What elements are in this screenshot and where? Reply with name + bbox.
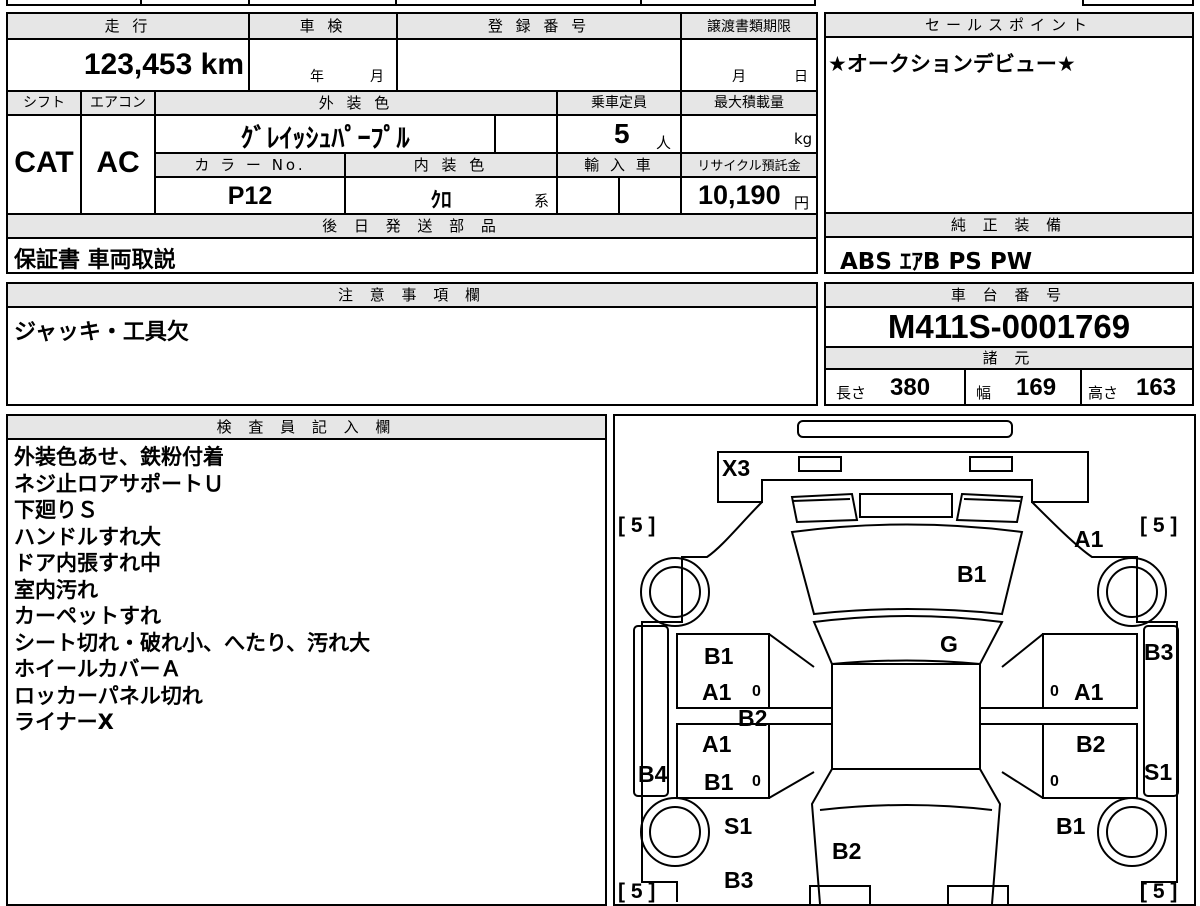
list-item: 外装色あせ、鉄粉付着 [14, 445, 224, 469]
dims-label: 諸 元 [982, 349, 1036, 367]
chassis-box: 車 台 番 号 M411S-0001769 諸 元 長さ 380 幅 169 高… [824, 282, 1194, 406]
interior-color-label: 内 装 色 [413, 156, 489, 174]
list-item: カーペットすれ [14, 604, 161, 628]
zero-mark: 0 [752, 773, 761, 790]
exterior-color-value: ｸﾞﾚｲｯｼｭﾊﾟｰﾌﾟﾙ [240, 124, 410, 154]
later-parts-value: 保証書 車両取説 [14, 248, 176, 273]
damage-mark: G [940, 631, 958, 657]
car-diagram-box: X3 A1 B1 G B1 A1 B2 A1 B1 B4 S1 B2 B3 B3… [613, 414, 1196, 906]
later-parts-label: 後 日 発 送 部 品 [322, 217, 502, 235]
list-item: ライナーX [14, 710, 114, 734]
damage-mark: B3 [724, 867, 753, 893]
damage-mark: S1 [724, 813, 752, 839]
capacity-value: 5 [614, 118, 630, 149]
chassis-label: 車 台 番 号 [826, 284, 1192, 308]
list-item: ドア内張すれ中 [14, 551, 161, 575]
damage-mark: A1 [702, 731, 732, 757]
damage-mark: B3 [1144, 639, 1173, 665]
color-no-value: P12 [227, 182, 273, 210]
list-item: ホイールカバーＡ [14, 657, 182, 681]
inspection-month: 月 [370, 69, 384, 85]
transfer-day: 日 [794, 69, 808, 85]
height-value: 163 [1136, 374, 1177, 401]
damage-mark: A1 [702, 679, 732, 705]
zero-mark: 0 [752, 683, 761, 700]
damage-mark: A1 [1074, 679, 1104, 705]
ac-label: エアコン [90, 95, 146, 111]
interior-color-value: ｸﾛ [430, 188, 452, 212]
damage-mark: X3 [722, 455, 750, 481]
import-label: 輸 入 車 [584, 156, 654, 174]
damage-mark: B1 [704, 769, 734, 795]
transfer-month: 月 [732, 69, 746, 85]
equipment-value: ABS ｴｱB PS PW [840, 249, 1033, 275]
length-label: 長さ [836, 384, 867, 402]
chassis-number: M411S-0001769 [887, 308, 1131, 345]
ac-value: AC [96, 146, 140, 179]
recycle-label: リサイクル預託金 [697, 159, 801, 174]
tire-depth: [ 5 ] [618, 514, 655, 537]
mileage-label: 走 行 [104, 17, 152, 35]
transfer-deadline-label: 譲渡書類期限 [707, 19, 791, 35]
list-item: 下廻りＳ [14, 498, 98, 522]
inspector-box: 検 査 員 記 入 欄 外装色あせ、鉄粉付着 ネジ止ロアサポートＵ 下廻りＳ ハ… [6, 414, 607, 906]
damage-mark: B4 [638, 761, 668, 787]
exterior-color-label: 外 装 色 [318, 94, 394, 112]
color-no-label: カ ラ ー No. [194, 156, 306, 174]
damage-mark: B1 [957, 561, 987, 587]
shift-label: シフト [23, 95, 65, 111]
max-load-label: 最大積載量 [714, 95, 784, 111]
width-value: 169 [1016, 374, 1057, 401]
damage-mark: B2 [832, 838, 861, 864]
list-item: シート切れ・破れ小、へたり、汚れ大 [14, 630, 371, 655]
capacity-unit: 人 [656, 134, 672, 152]
damage-mark: A1 [1074, 526, 1104, 552]
notes-value: ジャッキ・工具欠 [14, 320, 189, 345]
registration-label: 登 録 番 号 [487, 17, 591, 35]
mileage-unit: km [200, 48, 244, 81]
spec-table: 走 行 車 検 登 録 番 号 譲渡書類期限 123,453 km 年 月 月 … [6, 12, 818, 274]
damage-mark: B1 [704, 643, 734, 669]
width-label: 幅 [976, 384, 992, 402]
recycle-fee-unit: 円 [794, 194, 810, 212]
mileage-value: 123,453 [83, 48, 193, 81]
height-label: 高さ [1088, 384, 1119, 402]
list-item: ネジ止ロアサポートＵ [14, 471, 224, 496]
list-item: ハンドルすれ大 [14, 524, 161, 549]
notes-box: 注 意 事 項 欄 ジャッキ・工具欠 [6, 282, 818, 406]
sales-point-value: ★オークションデビュー★ [828, 52, 1076, 76]
zero-mark: 0 [1050, 683, 1059, 700]
damage-mark: B2 [738, 705, 767, 731]
shift-value: CAT [14, 146, 74, 179]
damage-mark: S1 [1144, 759, 1172, 785]
inspection-year: 年 [310, 69, 324, 85]
sales-point-label: セールスポイント [826, 14, 1192, 38]
notes-label: 注 意 事 項 欄 [8, 284, 816, 308]
tire-depth: [ 5 ] [1140, 514, 1177, 537]
inspector-notes: 外装色あせ、鉄粉付着 ネジ止ロアサポートＵ 下廻りＳ ハンドルすれ大 ドア内張す… [14, 444, 370, 736]
damage-mark: B2 [1076, 731, 1105, 757]
max-load-unit: kg [794, 130, 813, 148]
equipment-box: 純 正 装 備 ABS ｴｱB PS PW [824, 212, 1194, 275]
zero-mark: 0 [1050, 773, 1059, 790]
inspector-label: 検 査 員 記 入 欄 [8, 416, 605, 440]
car-diagram: X3 A1 B1 G B1 A1 B2 A1 B1 B4 S1 B2 B3 B3… [618, 420, 1179, 904]
list-item: ロッカーパネル切れ [14, 683, 203, 708]
equipment-label: 純 正 装 備 [826, 214, 1192, 238]
recycle-fee-value: 10,190 [698, 180, 781, 210]
sales-point-box: セールスポイント ★オークションデビュー★ [824, 12, 1194, 214]
length-value: 380 [890, 374, 931, 401]
interior-color-suffix: 系 [534, 192, 550, 210]
list-item: 室内汚れ [14, 577, 98, 602]
capacity-label: 乗車定員 [591, 95, 647, 111]
inspection-label: 車 検 [299, 17, 347, 35]
damage-mark: B1 [1056, 813, 1086, 839]
